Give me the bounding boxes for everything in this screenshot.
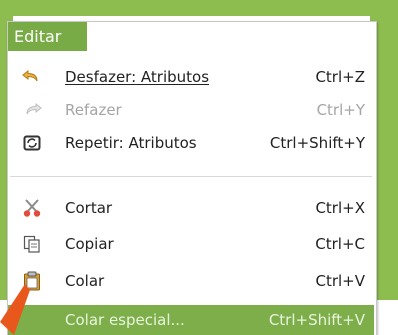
pointer-arrow-icon — [0, 284, 30, 335]
menu-item-shortcut: Ctrl+X — [315, 198, 365, 217]
menu-item-label: Colar — [65, 271, 105, 290]
menu-item-repeat[interactable]: Repetir: Atributos Ctrl+Shift+Y — [8, 126, 374, 159]
menu-item-label: Cortar — [65, 198, 113, 217]
menu-item-label: Copiar — [65, 234, 114, 253]
menu-item-shortcut: Ctrl+Y — [316, 100, 365, 119]
menu-item-shortcut: Ctrl+V — [315, 271, 365, 290]
window-frame: Editar Desfazer: Atributos Ctrl+Z Refaze… — [0, 0, 398, 335]
menu-item-shortcut: Ctrl+Shift+Y — [269, 133, 365, 152]
copy-icon — [20, 234, 44, 254]
repeat-icon — [20, 133, 44, 153]
menu-item-cut[interactable]: Cortar Ctrl+X — [8, 191, 374, 224]
menu-item-label: Repetir: Atributos — [65, 133, 197, 152]
menu-item-paste[interactable]: Colar Ctrl+V — [8, 264, 374, 297]
background-green-top — [0, 0, 398, 16]
scissors-icon — [20, 198, 44, 218]
menu-item-undo[interactable]: Desfazer: Atributos Ctrl+Z — [8, 60, 374, 93]
menu-separator — [10, 176, 372, 177]
menu-item-shortcut: Ctrl+Shift+V — [268, 311, 365, 329]
menu-item-shortcut: Ctrl+C — [315, 234, 365, 253]
menu-item-label: Desfazer: Atributos — [65, 67, 210, 86]
menu-item-shortcut: Ctrl+Z — [315, 67, 365, 86]
menu-item-copy[interactable]: Copiar Ctrl+C — [8, 227, 374, 260]
menu-title-editar[interactable]: Editar — [8, 22, 87, 51]
undo-icon — [20, 67, 44, 87]
menu-item-redo[interactable]: Refazer Ctrl+Y — [8, 93, 374, 126]
menu-title-label: Editar — [14, 27, 62, 46]
menu-item-label: Refazer — [65, 100, 122, 119]
redo-icon — [20, 100, 44, 120]
menu-item-paste-special[interactable]: Colar especial... Ctrl+Shift+V — [8, 305, 374, 335]
menu-item-label: Colar especial... — [65, 311, 185, 329]
